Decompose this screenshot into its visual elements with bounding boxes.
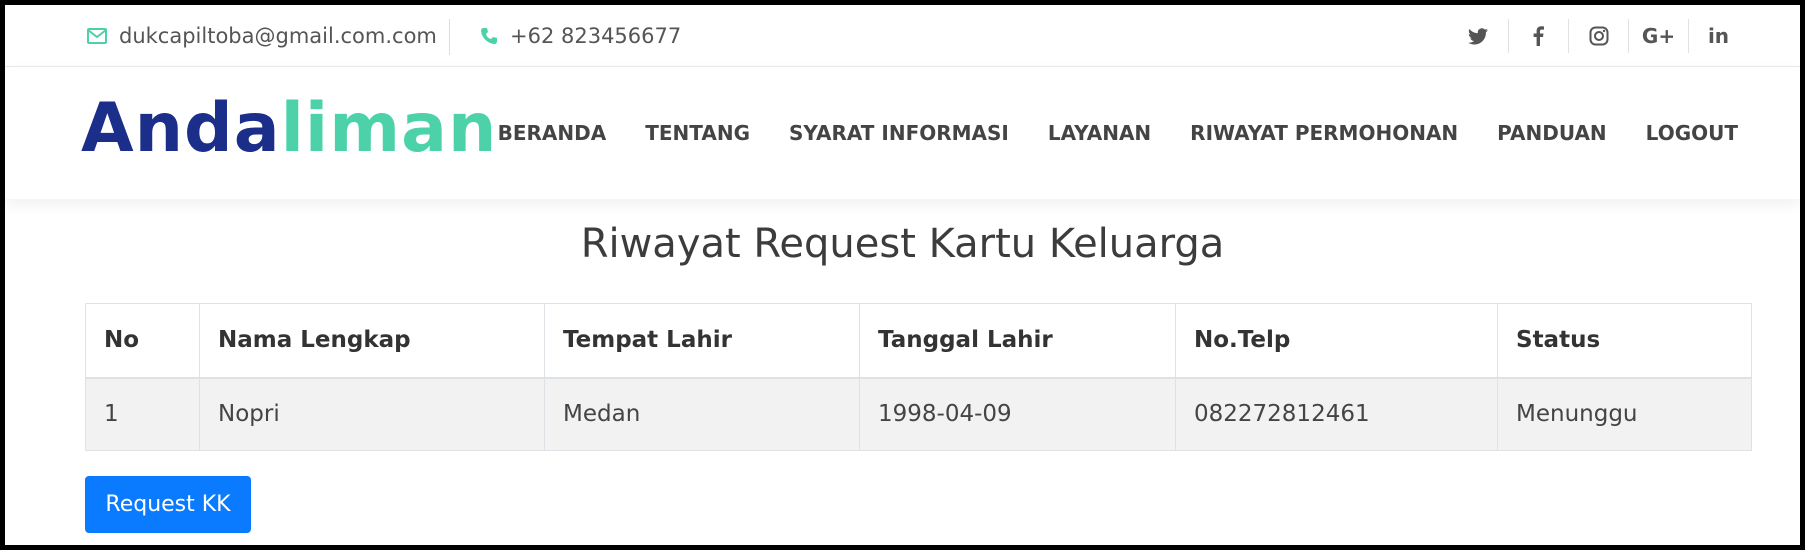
phone-icon [481, 28, 497, 44]
contact-phone[interactable]: +62 823456677 [480, 5, 681, 67]
logo[interactable]: Andaliman [81, 89, 497, 168]
main-nav: BERANDA TENTANG SYARAT INFORMASI LAYANAN… [459, 67, 1738, 199]
site-header: Andaliman BERANDA TENTANG SYARAT INFORMA… [5, 67, 1800, 199]
request-history-table: No Nama Lengkap Tempat Lahir Tanggal Lah… [85, 303, 1752, 451]
google-plus-icon[interactable]: G+ [1628, 19, 1688, 53]
social-links: G+ in [1448, 5, 1748, 67]
topbar-divider [449, 19, 450, 55]
page-frame: dukcapiltoba@gmail.com.com +62 823456677… [0, 0, 1805, 550]
nav-riwayat-permohonan[interactable]: RIWAYAT PERMOHONAN [1190, 121, 1458, 145]
col-header-no: No [85, 303, 200, 379]
nav-tentang[interactable]: TENTANG [645, 121, 750, 145]
cell-nama-lengkap: Nopri [199, 377, 545, 451]
cell-tempat-lahir: Medan [544, 377, 860, 451]
nav-syarat-informasi[interactable]: SYARAT INFORMASI [789, 121, 1009, 145]
col-header-tanggal-lahir: Tanggal Lahir [859, 303, 1176, 379]
twitter-icon[interactable] [1448, 19, 1508, 53]
linkedin-icon[interactable]: in [1688, 19, 1748, 53]
table-row: 1 Nopri Medan 1998-04-09 082272812461 Me… [85, 377, 1752, 451]
contact-phone-text: +62 823456677 [510, 24, 682, 48]
page-title: Riwayat Request Kartu Keluarga [580, 221, 1225, 267]
request-kk-button[interactable]: Request KK [85, 476, 251, 533]
cell-tanggal-lahir: 1998-04-09 [859, 377, 1176, 451]
col-header-tempat-lahir: Tempat Lahir [544, 303, 860, 379]
cell-no: 1 [85, 377, 200, 451]
nav-logout[interactable]: LOGOUT [1646, 121, 1738, 145]
logo-part-1: Anda [81, 89, 281, 168]
cell-status: Menunggu [1497, 377, 1752, 451]
col-header-status: Status [1497, 303, 1752, 379]
cell-no-telp: 082272812461 [1175, 377, 1498, 451]
contact-email-text: dukcapiltoba@gmail.com.com [119, 24, 437, 48]
top-bar: dukcapiltoba@gmail.com.com +62 823456677… [5, 5, 1800, 67]
col-header-no-telp: No.Telp [1175, 303, 1498, 379]
table-header-row: No Nama Lengkap Tempat Lahir Tanggal Lah… [85, 303, 1752, 379]
nav-panduan[interactable]: PANDUAN [1497, 121, 1606, 145]
contact-email[interactable]: dukcapiltoba@gmail.com.com [87, 5, 437, 67]
nav-layanan[interactable]: LAYANAN [1048, 121, 1151, 145]
nav-beranda[interactable]: BERANDA [498, 121, 607, 145]
col-header-nama-lengkap: Nama Lengkap [199, 303, 545, 379]
facebook-icon[interactable] [1508, 19, 1568, 53]
instagram-icon[interactable] [1568, 19, 1628, 53]
envelope-icon [87, 28, 107, 44]
